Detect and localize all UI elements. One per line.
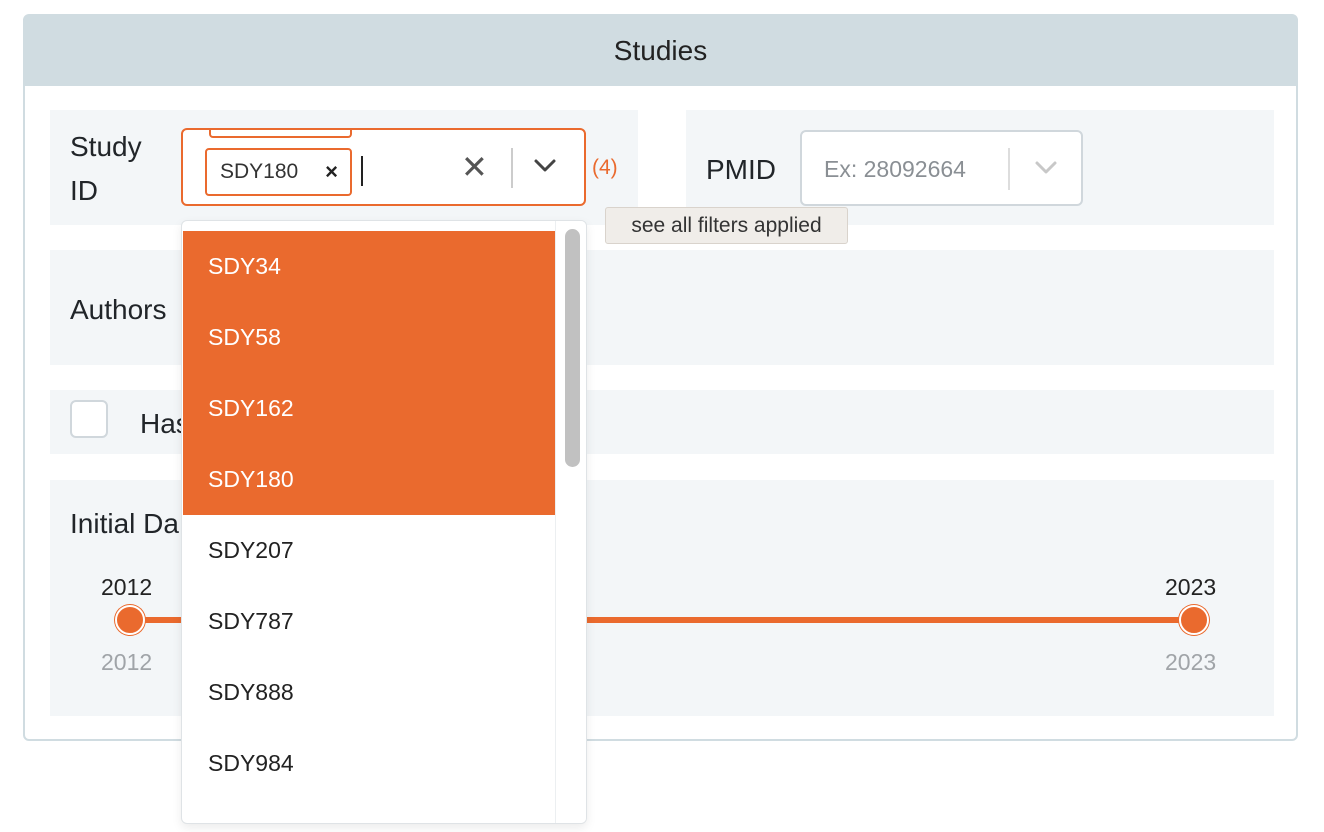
option-label: SDY787: [208, 608, 294, 634]
option[interactable]: SDY984: [183, 728, 557, 799]
chevron-down-icon[interactable]: [533, 158, 557, 174]
clear-icon[interactable]: ✕: [461, 148, 488, 186]
range-min-label: 2012: [101, 574, 153, 600]
indicator-separator: [511, 148, 513, 188]
pmid-label: PMID: [706, 154, 776, 185]
option[interactable]: SDY58: [183, 302, 557, 373]
option-label: SDY58: [208, 324, 281, 350]
range-max-mark: 2023: [1165, 649, 1217, 675]
option[interactable]: SDY162: [183, 373, 557, 444]
pmid-select[interactable]: Ex: 28092664: [800, 130, 1083, 206]
panel-title: Studies: [613, 35, 708, 66]
study-id-label: Study ID: [70, 125, 142, 213]
option[interactable]: SDY787: [183, 586, 557, 657]
indicator-separator: [1008, 148, 1010, 190]
range-max-label: 2023: [1165, 574, 1217, 600]
chip-label: SDY180: [220, 160, 299, 183]
study-id-select[interactable]: SDY180 × ✕: [181, 128, 586, 206]
has-checkbox[interactable]: [70, 400, 108, 438]
option-label: SDY984: [208, 750, 294, 776]
text-caret: [361, 156, 363, 186]
option[interactable]: SDY888: [183, 657, 557, 728]
option-label: SDY34: [208, 253, 281, 279]
chip-partial: [209, 130, 352, 138]
panel-header: Studies: [25, 16, 1296, 86]
chevron-down-icon[interactable]: [1034, 160, 1058, 176]
menu-scrollbar[interactable]: [555, 221, 586, 823]
pmid-placeholder: Ex: 28092664: [824, 156, 966, 182]
scrollbar-thumb[interactable]: [565, 229, 580, 467]
study-id-label-line2: ID: [70, 175, 98, 206]
option-label: SDY207: [208, 537, 294, 563]
initial-date-label: Initial Da: [70, 508, 179, 539]
date-range-max-handle[interactable]: [1179, 605, 1209, 635]
option[interactable]: SDY34: [183, 231, 557, 302]
filters-tooltip: see all filters applied: [605, 207, 848, 244]
option-label: SDY888: [208, 679, 294, 705]
study-id-menu: SDY34 SDY58 SDY162 SDY180 SDY207 SDY787 …: [181, 220, 587, 824]
study-id-label-line1: Study: [70, 131, 142, 162]
date-range-min-handle[interactable]: [115, 605, 145, 635]
option-label: SDY162: [208, 395, 294, 421]
option-label: SDY180: [208, 466, 294, 492]
option[interactable]: SDY180: [183, 444, 557, 515]
close-icon[interactable]: ×: [325, 159, 338, 185]
applied-count[interactable]: (4): [592, 156, 618, 180]
option[interactable]: SDY207: [183, 515, 557, 586]
authors-label: Authors: [70, 294, 167, 325]
selected-chip: SDY180 ×: [205, 148, 352, 196]
range-min-mark: 2012: [101, 649, 153, 675]
